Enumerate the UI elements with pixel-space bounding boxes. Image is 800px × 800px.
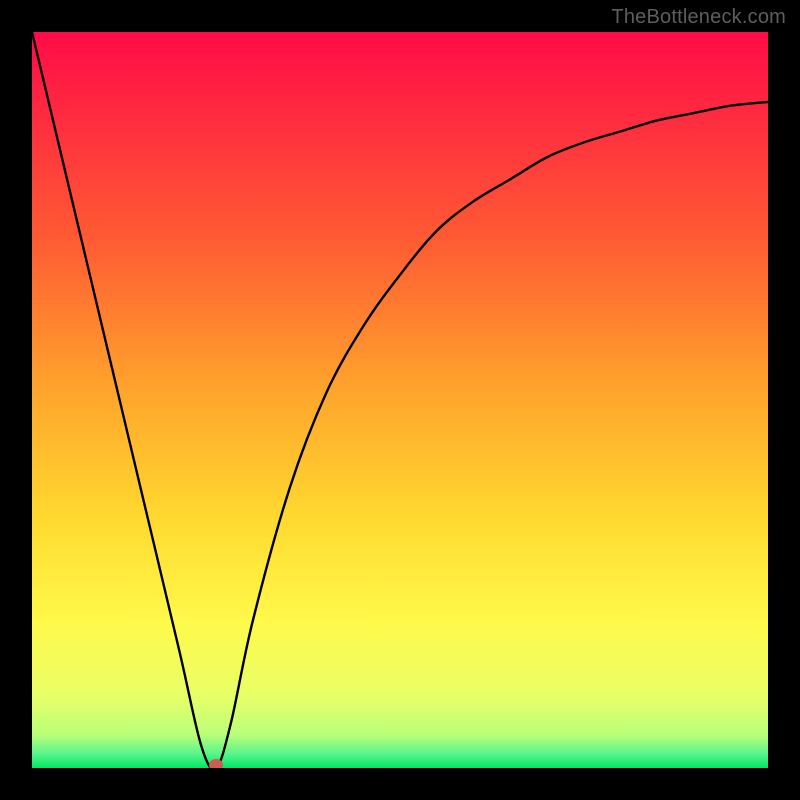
plot-area (32, 32, 768, 768)
chart-frame: TheBottleneck.com (0, 0, 800, 800)
watermark-label: TheBottleneck.com (611, 6, 786, 29)
optimal-point-marker (209, 759, 223, 768)
bottleneck-curve (32, 32, 768, 768)
